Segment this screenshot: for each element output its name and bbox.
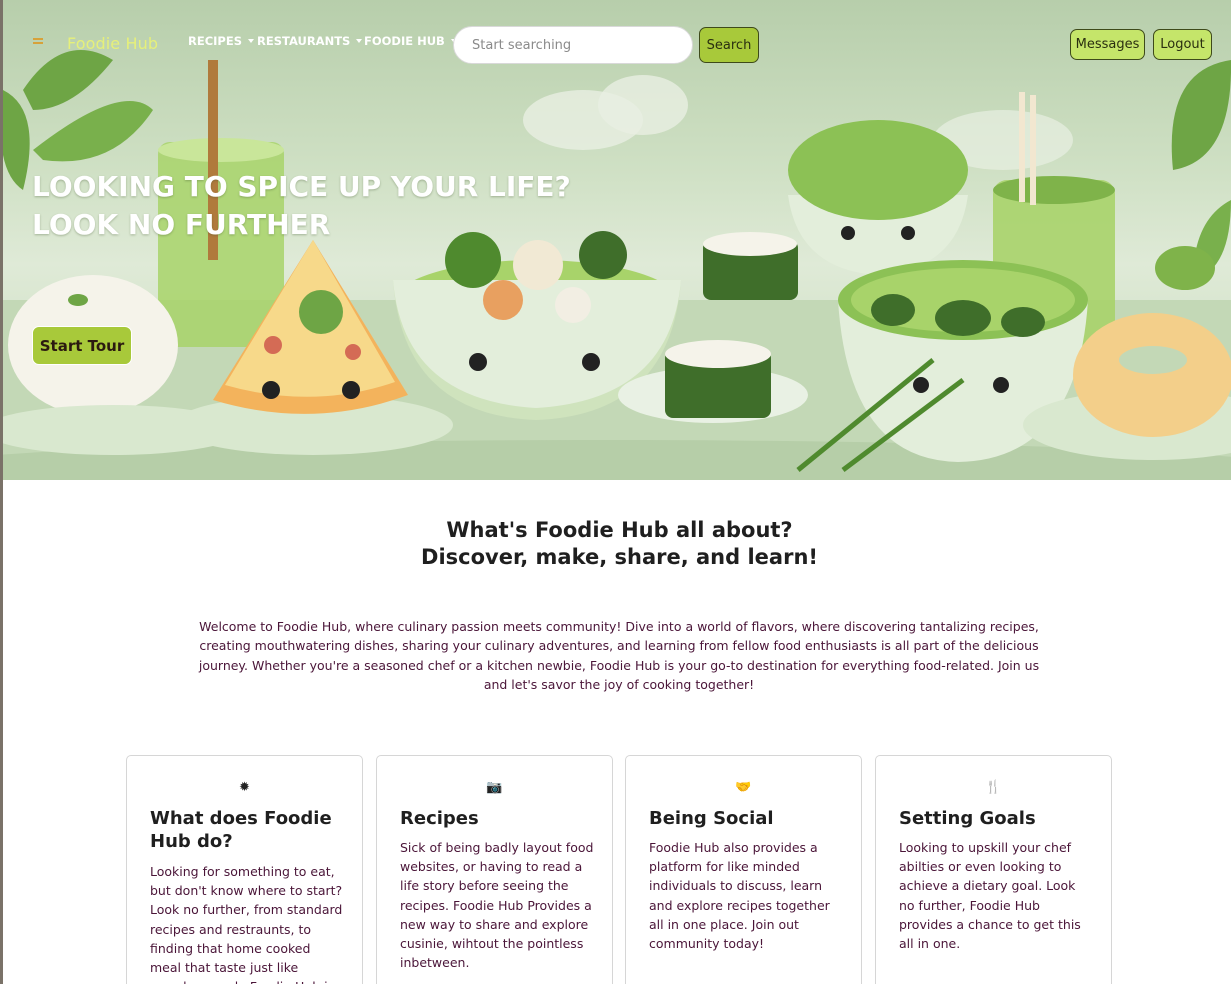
nav-menu-foodie-hub-label: FOODIE HUB — [364, 34, 445, 48]
nav-menu-restaurants[interactable]: RESTAURANTS — [257, 34, 363, 48]
feature-card-text: Looking for something to eat, but don't … — [150, 864, 343, 984]
hero-headline-line1: LOOKING TO SPICE UP YOUR LIFE? — [32, 170, 571, 203]
nav-menu-recipes-label: RECIPES — [188, 34, 242, 48]
feature-card: ✹ What does Foodie Hub do? Looking for s… — [126, 755, 363, 984]
sun-icon: ✹ — [239, 780, 250, 795]
nav-menu-foodie-hub[interactable]: FOODIE HUB — [364, 34, 457, 48]
brand-link[interactable]: Foodie Hub — [67, 34, 158, 53]
top-navbar: Foodie Hub RECIPES RESTAURANTS FOODIE HU… — [0, 0, 1231, 88]
feature-card-title: Setting Goals — [899, 808, 1036, 829]
hero-headline-line2: LOOK NO FURTHER — [32, 208, 331, 241]
utensils-icon: 🍴 — [985, 780, 1002, 795]
feature-card: 📷 Recipes Sick of being badly layout foo… — [376, 755, 613, 984]
feature-card-title: Being Social — [649, 808, 774, 829]
messages-button[interactable]: Messages — [1070, 29, 1145, 60]
hamburger-icon[interactable] — [33, 38, 43, 48]
search-input[interactable] — [453, 26, 693, 64]
feature-card-text: Sick of being badly layout food websites… — [400, 840, 594, 971]
camera-icon: 📷 — [486, 780, 503, 795]
nav-menu-recipes[interactable]: RECIPES — [188, 34, 254, 48]
feature-card: 🤝 Being Social Foodie Hub also provides … — [625, 755, 862, 984]
hero-headline: LOOKING TO SPICE UP YOUR LIFE? LOOK NO F… — [32, 168, 571, 244]
feature-card: 🍴 Setting Goals Looking to upskill your … — [875, 755, 1112, 984]
logout-button[interactable]: Logout — [1153, 29, 1212, 60]
feature-card-title: What does Foodie Hub do? — [150, 808, 332, 852]
caret-down-icon — [248, 39, 254, 43]
feature-card-text: Foodie Hub also provides a platform for … — [649, 840, 830, 952]
about-heading-line1: What's Foodie Hub all about? — [446, 518, 793, 542]
caret-down-icon — [356, 39, 363, 43]
about-heading: What's Foodie Hub all about? Discover, m… — [0, 517, 1231, 571]
feature-card-title: Recipes — [400, 808, 479, 829]
feature-card-text: Looking to upskill your chef abilties or… — [899, 840, 1081, 952]
handshake-icon: 🤝 — [735, 780, 752, 795]
start-tour-button[interactable]: Start Tour — [32, 326, 132, 365]
about-heading-line2: Discover, make, share, and learn! — [421, 545, 818, 569]
search-button[interactable]: Search — [699, 27, 759, 63]
nav-menu-restaurants-label: RESTAURANTS — [257, 34, 351, 48]
about-paragraph: Welcome to Foodie Hub, where culinary pa… — [198, 619, 1040, 692]
